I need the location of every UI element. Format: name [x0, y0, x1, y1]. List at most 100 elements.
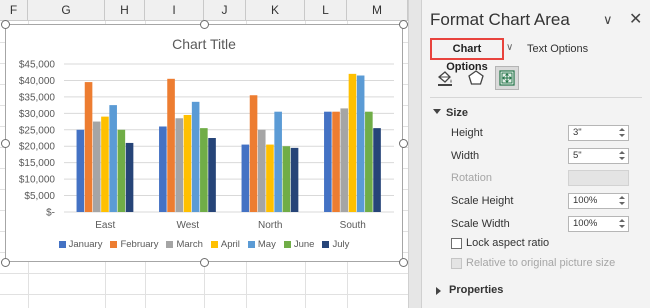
- size-properties-icon[interactable]: [495, 66, 519, 90]
- column-header-f[interactable]: F: [0, 0, 28, 21]
- chart-legend[interactable]: January February March April May June July: [6, 239, 402, 250]
- tab-chart-options[interactable]: Chart Options: [430, 38, 504, 73]
- lock-aspect-checkbox[interactable]: [451, 238, 462, 249]
- grid-line: [0, 294, 408, 295]
- spinner-arrows-icon[interactable]: [618, 126, 626, 140]
- bar-july-south[interactable]: [373, 128, 381, 212]
- bar-april-east[interactable]: [101, 116, 109, 212]
- bar-march-north[interactable]: [257, 129, 266, 212]
- bar-may-north[interactable]: [274, 111, 282, 212]
- spinner-arrows-icon[interactable]: [618, 217, 626, 231]
- column-header-m[interactable]: M: [347, 0, 408, 21]
- bar-june-west[interactable]: [200, 128, 208, 212]
- spreadsheet: FGHIJKLM Chart Title $45,000 $40,000 $35,0…: [0, 0, 408, 308]
- chevron-down-icon[interactable]: ∨: [506, 42, 513, 53]
- resize-handle[interactable]: [399, 139, 408, 148]
- scale-height-input[interactable]: 100%: [568, 193, 629, 209]
- column-header-j[interactable]: J: [204, 0, 246, 21]
- column-header-i[interactable]: I: [145, 0, 204, 21]
- spinner-arrows-icon: [618, 171, 626, 185]
- legend-label: May: [257, 239, 276, 250]
- section-size[interactable]: Size: [446, 107, 468, 119]
- bar-june-east[interactable]: [117, 129, 126, 212]
- bar-january-north[interactable]: [241, 144, 250, 212]
- bar-april-north[interactable]: [266, 144, 274, 212]
- bar-february-west[interactable]: [167, 78, 175, 212]
- spinner-arrows-icon[interactable]: [618, 194, 626, 208]
- y-tick-label: $15,000: [19, 158, 56, 169]
- scale-height-value: 100%: [573, 195, 598, 206]
- column-header-l[interactable]: L: [305, 0, 347, 21]
- collapse-icon[interactable]: [433, 109, 441, 114]
- pane-splitter[interactable]: [408, 0, 422, 308]
- bar-january-south[interactable]: [324, 111, 332, 212]
- close-icon[interactable]: ✕: [629, 9, 642, 29]
- bar-march-south[interactable]: [340, 108, 349, 212]
- chevron-down-icon[interactable]: ∨: [603, 12, 613, 28]
- legend-item[interactable]: July: [322, 239, 349, 250]
- legend-item[interactable]: March: [166, 239, 203, 250]
- chart-area[interactable]: Chart Title $45,000 $40,000 $35,000 $30,000…: [1, 20, 408, 267]
- bar-july-west[interactable]: [208, 138, 216, 212]
- bar-february-south[interactable]: [332, 111, 340, 212]
- bar-april-south[interactable]: [348, 73, 357, 212]
- bar-june-south[interactable]: [365, 111, 373, 212]
- bar-march-east[interactable]: [92, 121, 101, 212]
- legend-item[interactable]: June: [283, 239, 315, 250]
- rotation-label: Rotation: [451, 172, 492, 184]
- legend-swatch: [110, 241, 118, 248]
- y-tick-label: $40,000: [19, 76, 56, 87]
- pane-title: Format Chart Area: [430, 10, 570, 29]
- x-tick-label: East: [95, 220, 115, 231]
- fill-line-icon[interactable]: [433, 66, 457, 90]
- bar-july-north[interactable]: [290, 147, 299, 212]
- column-header-k[interactable]: K: [246, 0, 305, 21]
- bar-may-west[interactable]: [191, 101, 200, 212]
- relative-size-checkbox: [451, 258, 462, 269]
- bar-february-north[interactable]: [249, 95, 258, 212]
- bar-june-north[interactable]: [282, 146, 291, 212]
- height-input[interactable]: 3": [568, 125, 629, 141]
- scale-width-input[interactable]: 100%: [568, 216, 629, 232]
- resize-handle[interactable]: [200, 20, 209, 29]
- resize-handle[interactable]: [399, 20, 408, 29]
- lock-aspect-label[interactable]: Lock aspect ratio: [466, 237, 549, 249]
- bar-may-east[interactable]: [109, 105, 117, 212]
- legend-label: January: [68, 239, 103, 250]
- legend-item[interactable]: April: [210, 239, 240, 250]
- tab-text-options[interactable]: Text Options: [527, 43, 588, 55]
- plot-area[interactable]: $45,000 $40,000 $35,000 $30,000 $25,000 $20,0…: [6, 25, 404, 263]
- bar-july-east[interactable]: [125, 142, 134, 212]
- resize-handle[interactable]: [1, 20, 10, 29]
- column-header-g[interactable]: G: [28, 0, 105, 21]
- bar-march-west[interactable]: [175, 118, 184, 212]
- bar-january-east[interactable]: [76, 129, 85, 212]
- expand-icon[interactable]: [436, 287, 441, 295]
- y-tick-label: $10,000: [19, 175, 56, 186]
- resize-handle[interactable]: [200, 258, 209, 267]
- x-tick-label: South: [340, 220, 366, 231]
- legend-label: June: [293, 239, 315, 250]
- column-headers: FGHIJKLM: [0, 0, 408, 21]
- resize-handle[interactable]: [399, 258, 408, 267]
- width-label: Width: [451, 150, 480, 162]
- legend-label: July: [332, 239, 350, 250]
- legend-swatch: [247, 241, 255, 248]
- spinner-arrows-icon[interactable]: [618, 149, 626, 163]
- bar-may-south[interactable]: [356, 75, 365, 212]
- column-header-h[interactable]: H: [105, 0, 145, 21]
- resize-handle[interactable]: [1, 258, 10, 267]
- effects-icon[interactable]: [464, 66, 488, 90]
- legend-item[interactable]: May: [247, 239, 276, 250]
- legend-item[interactable]: January: [58, 239, 103, 250]
- legend-item[interactable]: February: [110, 239, 158, 250]
- bar-april-west[interactable]: [183, 114, 192, 212]
- format-chart-area-pane: Format Chart Area ∨ ✕ Chart Options ∨ Te…: [422, 0, 650, 308]
- width-input[interactable]: 5": [568, 148, 629, 164]
- height-label: Height: [451, 127, 483, 139]
- bar-january-west[interactable]: [159, 126, 167, 212]
- y-tick-label: $30,000: [19, 109, 56, 120]
- resize-handle[interactable]: [1, 139, 10, 148]
- bar-february-east[interactable]: [84, 82, 93, 212]
- section-properties[interactable]: Properties: [449, 284, 503, 296]
